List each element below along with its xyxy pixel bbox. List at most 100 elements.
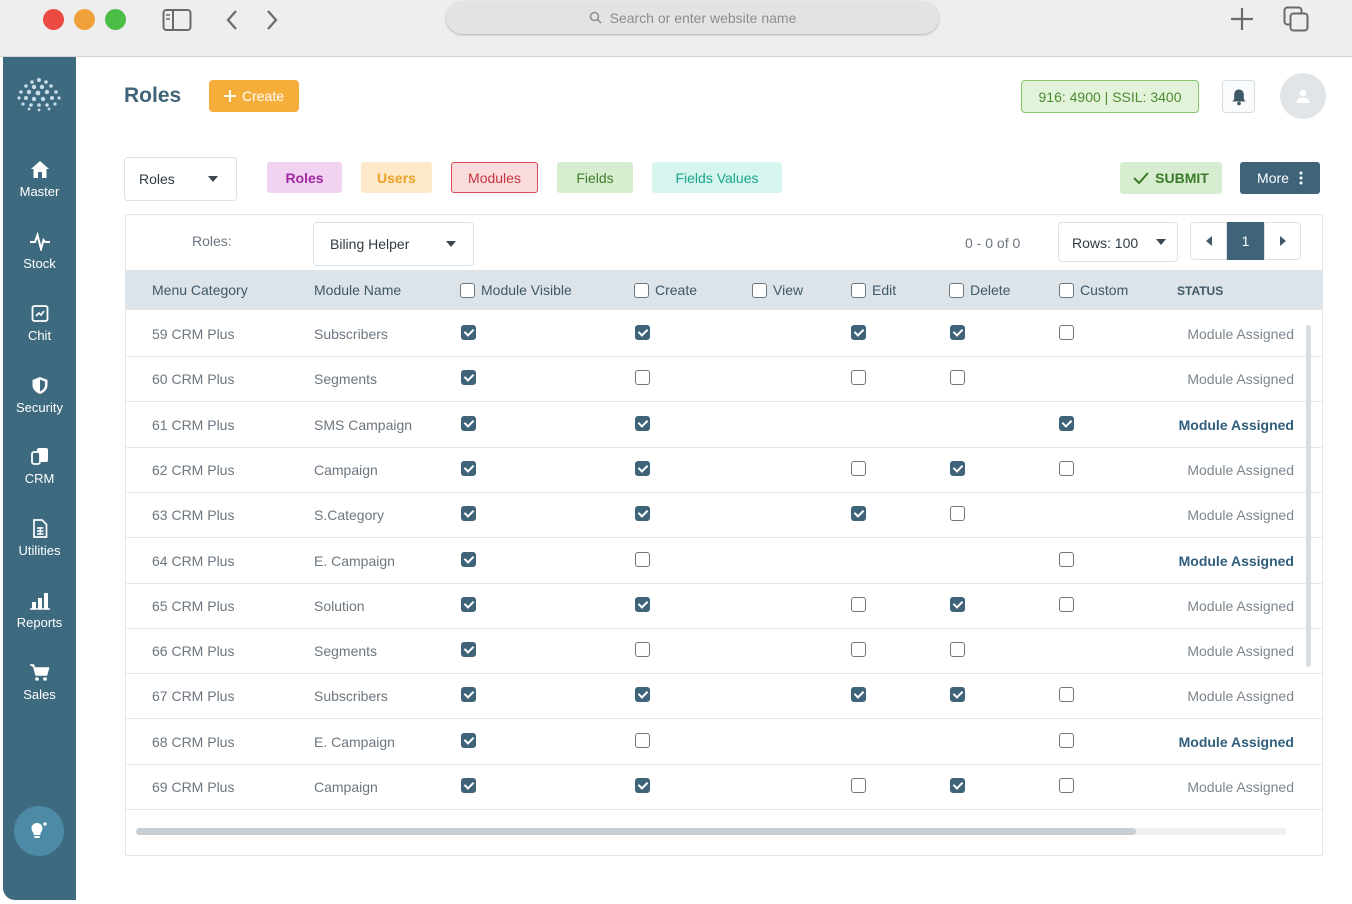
visible-checkbox[interactable] xyxy=(461,460,476,476)
column-header-module-name[interactable]: Module Name xyxy=(314,282,401,298)
sidebar-toggle-icon[interactable] xyxy=(162,8,192,37)
create-checkbox[interactable] xyxy=(635,325,650,340)
vertical-scrollbar[interactable] xyxy=(1306,325,1311,667)
create-checkbox[interactable] xyxy=(635,506,650,522)
create-checkbox[interactable] xyxy=(635,596,650,612)
column-header-menu-category[interactable]: Menu Category xyxy=(152,282,248,298)
edit-checkbox[interactable] xyxy=(851,596,866,612)
more-button[interactable]: More xyxy=(1240,162,1320,194)
visible-checkbox[interactable] xyxy=(461,687,476,703)
delete-checkbox[interactable] xyxy=(950,506,965,522)
avatar[interactable] xyxy=(1280,73,1326,119)
delete-checkbox[interactable] xyxy=(950,778,965,793)
minimize-window-button[interactable] xyxy=(74,9,95,30)
delete-checkbox[interactable] xyxy=(950,370,965,386)
column-header-edit[interactable]: Edit xyxy=(851,282,896,298)
column-header-view[interactable]: View xyxy=(752,282,803,298)
custom-checkbox[interactable] xyxy=(1059,460,1074,476)
role-select[interactable]: Biling Helper xyxy=(313,222,474,266)
custom-checkbox[interactable] xyxy=(1059,732,1074,748)
custom-checkbox[interactable] xyxy=(1059,415,1074,431)
tab-overview-icon[interactable] xyxy=(1283,6,1309,37)
create-checkbox[interactable] xyxy=(635,778,650,793)
new-tab-icon[interactable] xyxy=(1230,7,1254,36)
notifications-button[interactable] xyxy=(1222,80,1255,113)
next-page-button[interactable] xyxy=(1264,222,1301,260)
rows-per-page-select[interactable]: Rows: 100 xyxy=(1058,222,1178,262)
create-checkbox[interactable] xyxy=(635,732,650,748)
delete-checkbox[interactable] xyxy=(950,642,965,658)
delete-checkbox[interactable] xyxy=(950,596,965,612)
tab-users[interactable]: Users xyxy=(361,162,432,193)
visible-checkbox[interactable] xyxy=(461,778,476,793)
create-checkbox[interactable] xyxy=(635,460,650,476)
edit-checkbox[interactable] xyxy=(851,778,866,793)
column-header-create[interactable]: Create xyxy=(634,282,697,298)
sidebar-item-utilities[interactable]: Utilities xyxy=(3,519,76,558)
select-all-delete-checkbox[interactable] xyxy=(949,282,964,298)
delete-checkbox[interactable] xyxy=(950,460,965,476)
edit-checkbox[interactable] xyxy=(851,642,866,658)
custom-checkbox[interactable] xyxy=(1059,778,1074,793)
horizontal-scrollbar[interactable] xyxy=(136,828,1136,835)
visible-checkbox[interactable] xyxy=(461,596,476,612)
create-checkbox[interactable] xyxy=(635,415,650,431)
maximize-window-button[interactable] xyxy=(105,9,126,30)
prev-page-button[interactable] xyxy=(1190,222,1227,260)
custom-checkbox[interactable] xyxy=(1059,551,1074,567)
logo-icon[interactable] xyxy=(14,76,64,117)
create-checkbox[interactable] xyxy=(635,642,650,658)
sidebar-item-security[interactable]: Security xyxy=(3,376,76,415)
plus-icon xyxy=(223,90,236,102)
forward-icon[interactable] xyxy=(264,8,280,37)
column-header-delete[interactable]: Delete xyxy=(949,282,1010,298)
visible-checkbox[interactable] xyxy=(461,370,476,386)
select-all-edit-checkbox[interactable] xyxy=(851,282,866,298)
back-icon[interactable] xyxy=(224,8,240,37)
page-number-button[interactable]: 1 xyxy=(1227,222,1264,260)
create-checkbox[interactable] xyxy=(635,687,650,703)
sidebar-item-reports[interactable]: Reports xyxy=(3,591,76,630)
roles-dropdown[interactable]: Roles xyxy=(124,157,237,201)
column-header-module-visible[interactable]: Module Visible xyxy=(460,282,572,298)
tab-fields[interactable]: Fields xyxy=(557,162,633,193)
tab-roles[interactable]: Roles xyxy=(267,162,342,193)
column-header-custom[interactable]: Custom xyxy=(1059,282,1128,298)
visible-checkbox[interactable] xyxy=(461,732,476,748)
sidebar-item-master[interactable]: Master xyxy=(3,160,76,199)
select-all-view-checkbox[interactable] xyxy=(752,282,767,298)
lightbulb-icon xyxy=(31,822,47,838)
visible-checkbox[interactable] xyxy=(461,325,476,340)
edit-checkbox[interactable] xyxy=(851,687,866,703)
submit-button[interactable]: SUBMIT xyxy=(1120,162,1222,194)
address-bar[interactable]: Search or enter website name xyxy=(446,1,939,34)
custom-checkbox[interactable] xyxy=(1059,687,1074,703)
status-cell: Module Assigned xyxy=(1178,733,1294,750)
visible-checkbox[interactable] xyxy=(461,506,476,522)
edit-checkbox[interactable] xyxy=(851,325,866,340)
edit-checkbox[interactable] xyxy=(851,506,866,522)
select-all-module-visible-checkbox[interactable] xyxy=(460,282,475,298)
delete-checkbox[interactable] xyxy=(950,687,965,703)
create-button[interactable]: Create xyxy=(209,80,299,112)
create-checkbox[interactable] xyxy=(635,370,650,386)
custom-checkbox[interactable] xyxy=(1059,325,1074,340)
tips-button[interactable] xyxy=(14,806,64,856)
tab-fields-values[interactable]: Fields Values xyxy=(652,162,782,193)
create-checkbox[interactable] xyxy=(635,551,650,567)
edit-checkbox[interactable] xyxy=(851,370,866,386)
custom-checkbox[interactable] xyxy=(1059,596,1074,612)
close-window-button[interactable] xyxy=(43,9,64,30)
sidebar-item-sales[interactable]: Sales xyxy=(3,663,76,702)
sidebar-item-crm[interactable]: CRM xyxy=(3,447,76,486)
sidebar-item-stock[interactable]: Stock xyxy=(3,232,76,271)
sidebar-item-chit[interactable]: Chit xyxy=(3,304,76,343)
select-all-custom-checkbox[interactable] xyxy=(1059,282,1074,298)
visible-checkbox[interactable] xyxy=(461,551,476,567)
tab-modules[interactable]: Modules xyxy=(451,162,538,193)
visible-checkbox[interactable] xyxy=(461,642,476,658)
select-all-create-checkbox[interactable] xyxy=(634,282,649,298)
edit-checkbox[interactable] xyxy=(851,460,866,476)
visible-checkbox[interactable] xyxy=(461,415,476,431)
delete-checkbox[interactable] xyxy=(950,325,965,340)
